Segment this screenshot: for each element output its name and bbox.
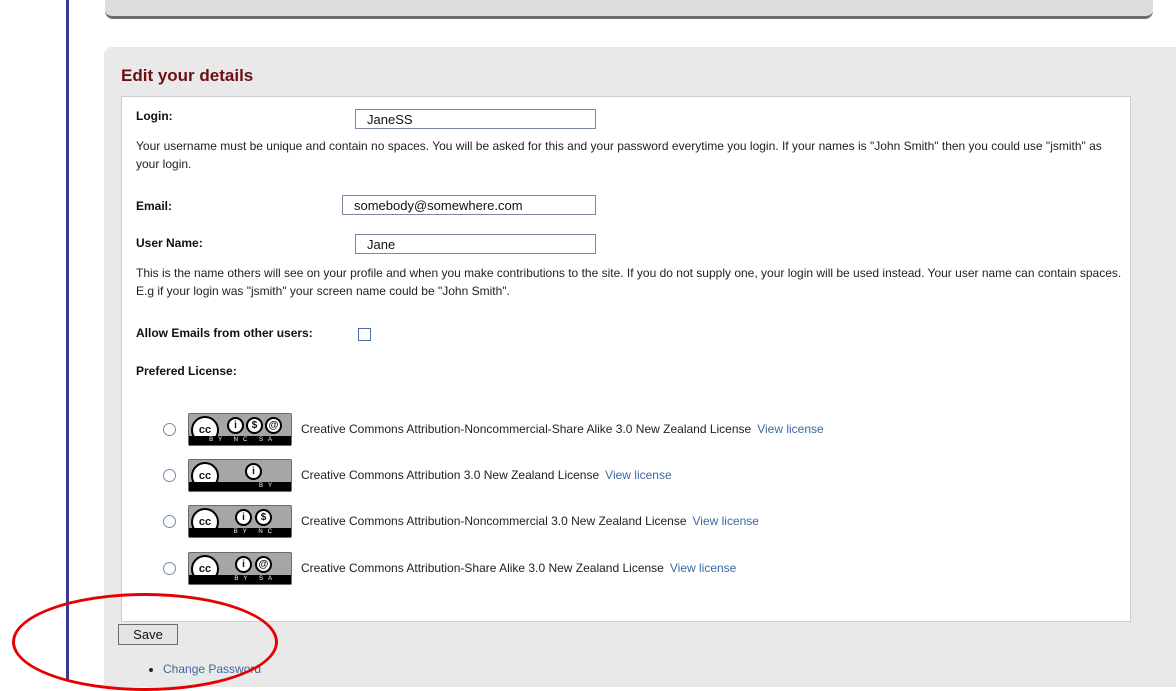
by-icon: i [245,462,262,480]
license-radio[interactable] [163,422,176,436]
cc-by-sa-badge: cc i @ BY SA [188,551,292,585]
license-name: Creative Commons Attribution-Noncommerci… [301,514,687,528]
view-license-link[interactable]: View license [693,514,759,528]
allow-emails-checkbox[interactable] [358,328,371,341]
username-input[interactable] [355,234,596,254]
badge-strip: BY [189,481,291,491]
email-input[interactable] [342,195,596,215]
page-title: Edit your details [121,66,254,85]
sa-icon: @ [255,555,272,573]
sa-icon: @ [265,416,282,434]
by-icon: i [235,555,252,573]
highlight-ellipse [12,593,278,691]
by-icon: i [227,416,244,434]
login-input[interactable] [355,109,596,129]
license-option: cc i @ BY SA Creative Commons Attributio… [163,551,736,585]
license-name: Creative Commons Attribution-Noncommerci… [301,422,752,436]
username-help-text: This is the name others will see on your… [136,266,1122,298]
by-icon: i [235,508,252,526]
badge-strip: BY NC [189,527,291,537]
license-name: Creative Commons Attribution 3.0 New Zea… [301,468,600,482]
license-name: Creative Commons Attribution-Share Alike… [301,561,664,575]
badge-strip: BY SA [189,574,291,584]
cc-by-badge: cc i BY [188,458,292,492]
license-radio[interactable] [163,468,176,482]
cc-by-nc-sa-badge: cc i $ @ BY NC SA [188,412,292,446]
login-label: Login: [136,109,173,123]
license-option: cc i $ @ BY NC SA Creative Commons Attri… [163,412,824,446]
license-option: cc i BY Creative Commons Attribution 3.0… [163,458,672,492]
cc-by-nc-badge: cc i $ BY NC [188,504,292,538]
email-label: Email: [136,199,173,213]
username-label: User Name: [136,236,203,250]
top-bar [105,0,1153,19]
nc-icon: $ [246,416,263,434]
details-form [121,96,1131,622]
license-label: Prefered License: [136,364,237,378]
view-license-link[interactable]: View license [605,468,671,482]
badge-strip: BY NC SA [189,435,291,445]
view-license-link[interactable]: View license [757,422,823,436]
nc-icon: $ [255,508,272,526]
license-radio[interactable] [163,514,176,528]
allow-emails-label: Allow Emails from other users: [136,326,313,340]
login-help-text: Your username must be unique and contain… [136,139,1102,171]
license-option: cc i $ BY NC Creative Commons Attributio… [163,504,759,538]
license-radio[interactable] [163,561,176,575]
view-license-link[interactable]: View license [670,561,736,575]
